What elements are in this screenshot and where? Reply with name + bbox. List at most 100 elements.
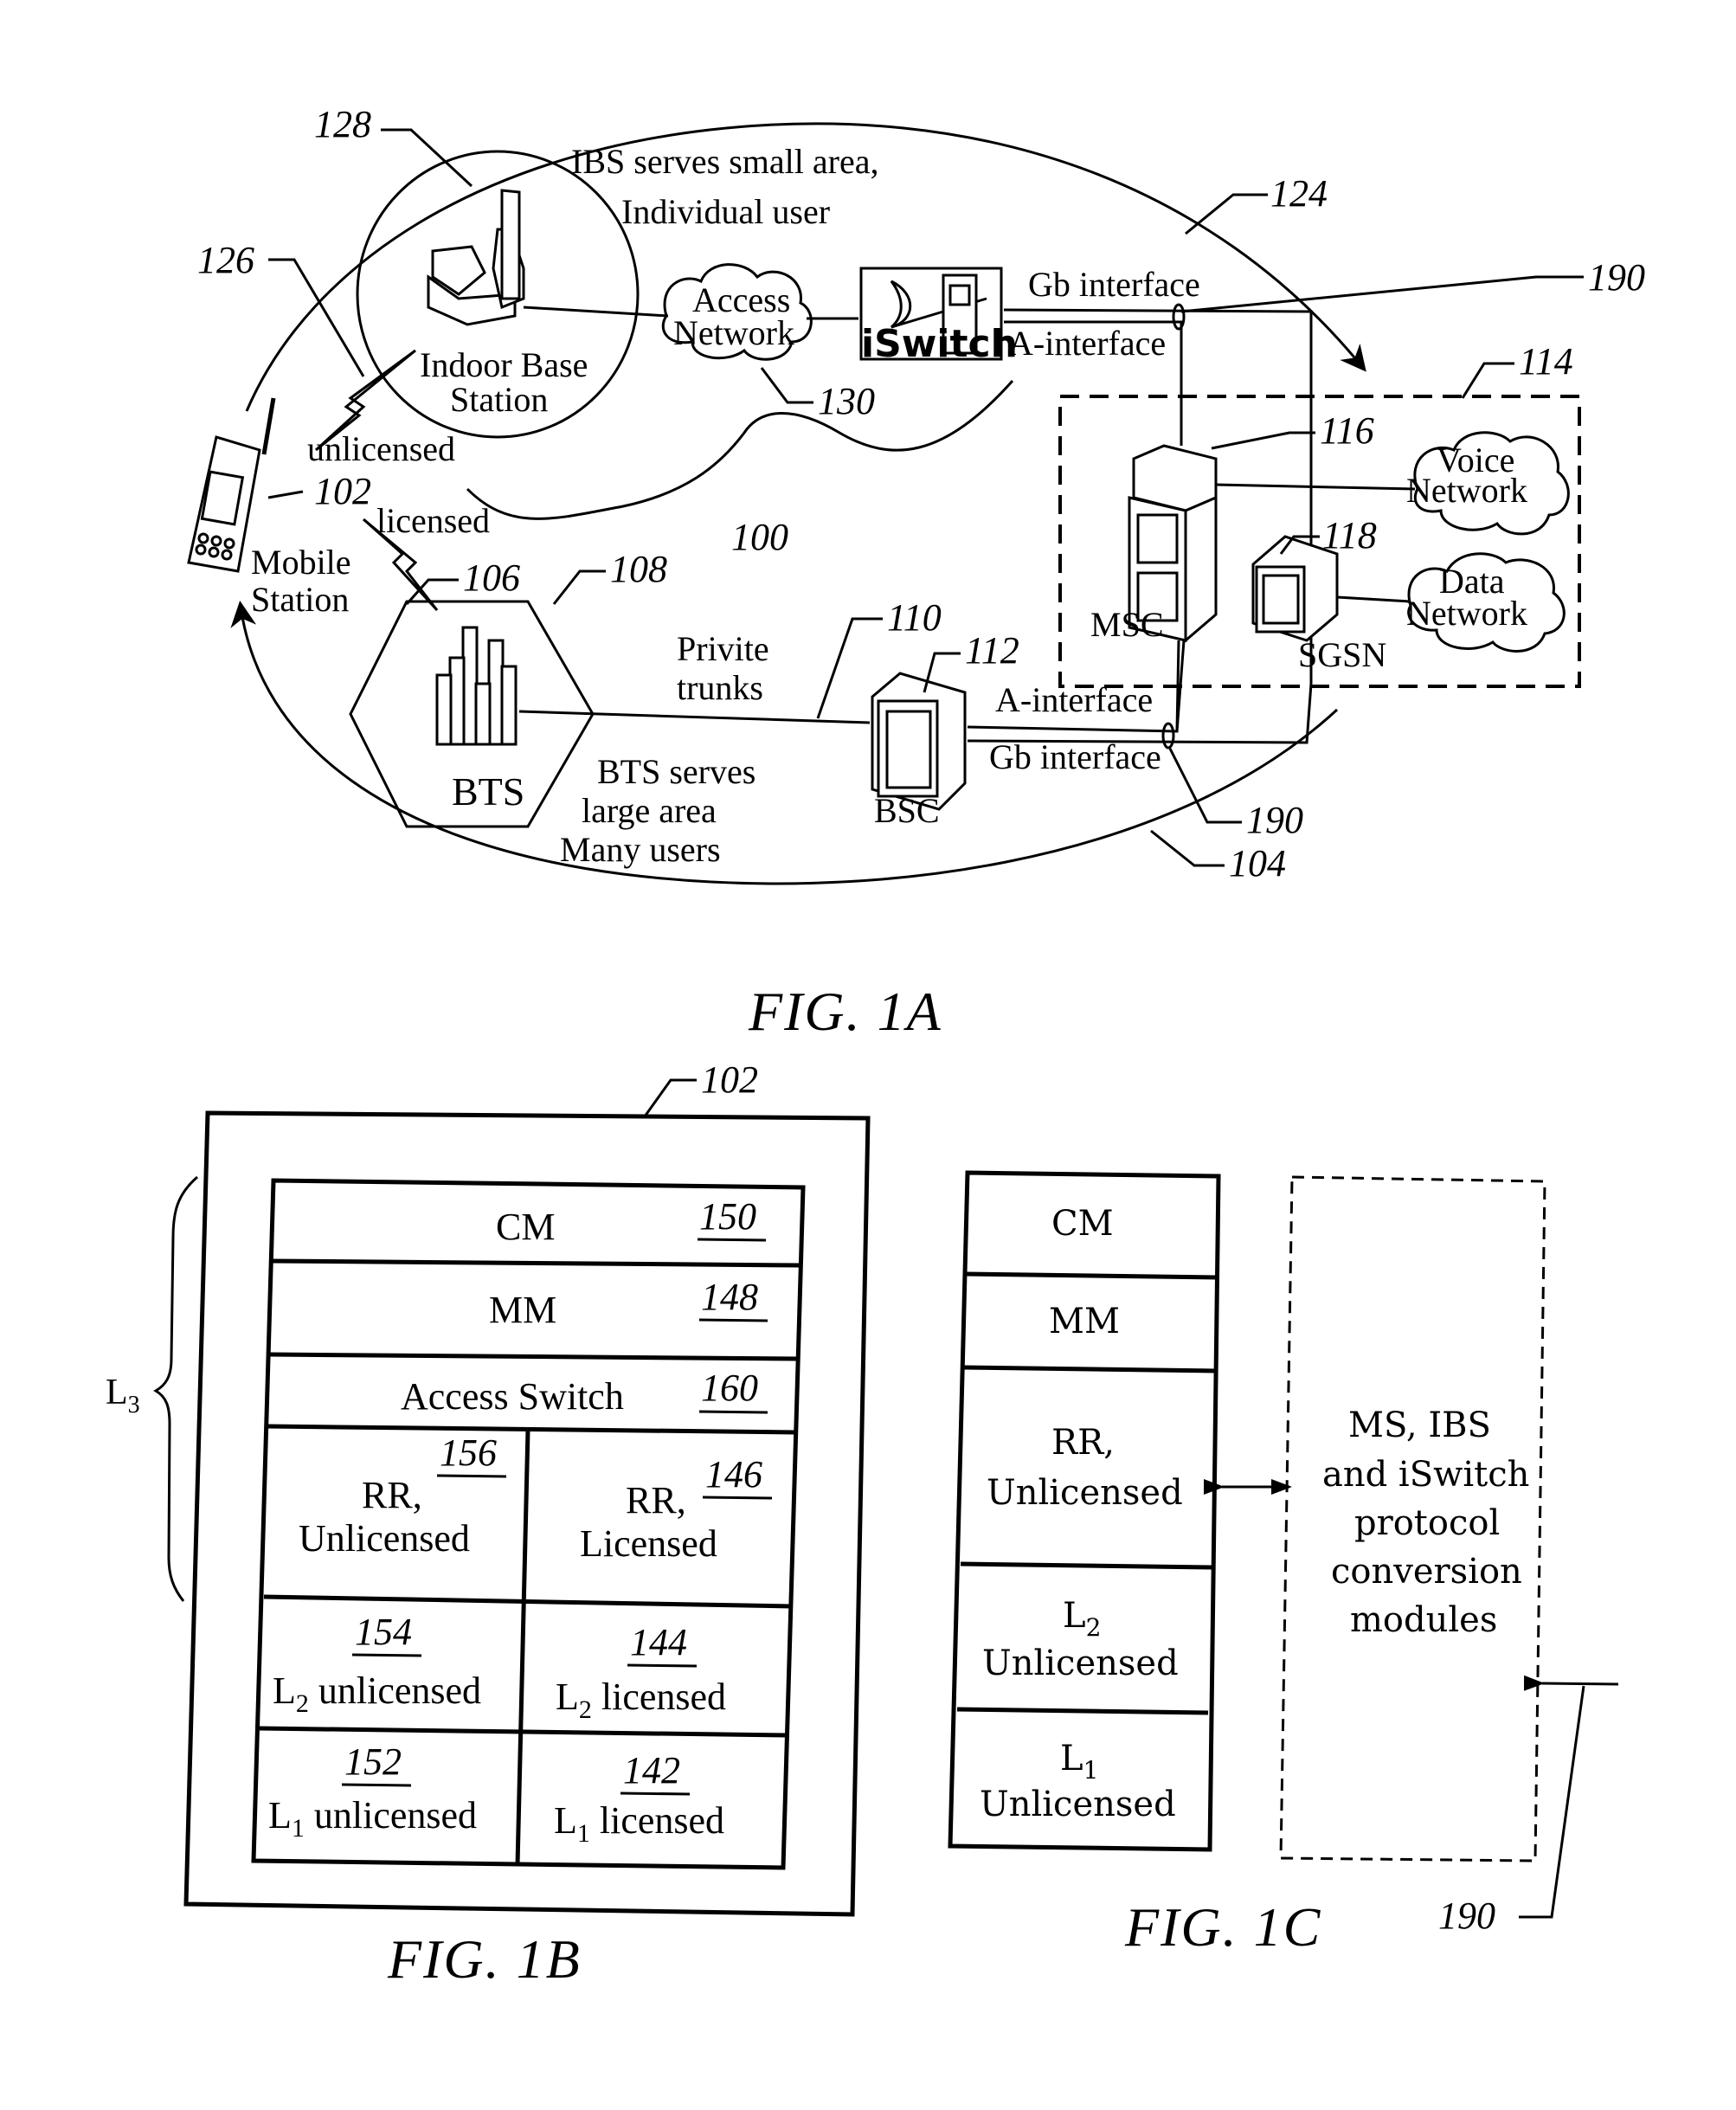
unlicensed-label: unlicensed: [307, 429, 455, 468]
bts-label: BTS: [452, 769, 524, 814]
fig-1a-caption: FIG. 1A: [748, 981, 942, 1042]
data-network-label-line2: Network: [1406, 594, 1527, 633]
ref-154: 154: [355, 1611, 412, 1653]
l1-unlicensed-label: L1 unlicensed: [268, 1794, 477, 1843]
stack-divider: [960, 1561, 1212, 1570]
ref-102: 102: [314, 470, 371, 512]
l3-brace: [153, 1175, 198, 1602]
leader-116: [1211, 431, 1315, 450]
stack-divider: [963, 1365, 1216, 1373]
module-line3: protocol: [1354, 1503, 1500, 1543]
bts-note-line2: large area: [582, 791, 717, 830]
ref-150: 150: [699, 1195, 756, 1238]
c-rr-line1: RR,: [1051, 1423, 1115, 1463]
ref-146: 146: [705, 1453, 762, 1496]
ibs-access-link: [523, 306, 669, 318]
ref-102-1b: 102: [701, 1058, 758, 1101]
leader-102-1b: [643, 1078, 697, 1117]
fig-1c-caption: FIG. 1C: [1124, 1896, 1321, 1958]
leader-124: [1185, 193, 1268, 235]
l2-unlicensed-cell: 154 L2 unlicensed: [273, 1611, 481, 1718]
rr-unlicensed-line1: RR,: [362, 1474, 422, 1516]
ref-156: 156: [440, 1431, 497, 1474]
fig-1a: IBS serves small area, Individual user I…: [187, 103, 1645, 1042]
bts-icon: [435, 626, 518, 746]
column-divider: [515, 1429, 530, 1866]
row-divider: [269, 1352, 799, 1361]
ref-160: 160: [701, 1367, 758, 1409]
module-line4: conversion: [1331, 1552, 1522, 1592]
module-line1: MS, IBS: [1348, 1406, 1491, 1445]
rr-licensed-cell: 146 RR, Licensed: [580, 1453, 773, 1565]
a-interface-bottom-label: A-interface: [995, 680, 1153, 719]
sgsn-label: SGSN: [1298, 635, 1386, 674]
ref-128: 128: [314, 103, 371, 145]
brace-100: [466, 380, 1014, 520]
stack-divider: [965, 1271, 1218, 1280]
l1-licensed-label: L1 licensed: [554, 1799, 724, 1848]
patent-figure-sheet: IBS serves small area, Individual user I…: [106, 103, 1645, 1990]
rr-licensed-line1: RR,: [626, 1479, 686, 1521]
bsc-icon: [871, 672, 967, 811]
ref-152: 152: [344, 1740, 402, 1783]
access-switch-label: Access Switch: [401, 1375, 624, 1418]
leader-108: [552, 569, 606, 605]
row-divider: [263, 1594, 793, 1609]
ibs-label-line2: Station: [450, 380, 548, 419]
ref-148: 148: [701, 1276, 758, 1318]
c-l2-line2: Unlicensed: [982, 1644, 1179, 1683]
row-divider: [267, 1424, 797, 1435]
gb-interface-top-label: Gb interface: [1028, 265, 1200, 304]
ref-110: 110: [887, 596, 942, 639]
msc-label: MSC: [1090, 605, 1164, 644]
ref-190-1c: 190: [1438, 1894, 1495, 1937]
c-l2-line1: L2: [1063, 1596, 1101, 1642]
rr-unlicensed-cell: 156 RR, Unlicensed: [299, 1431, 507, 1560]
mm-label: MM: [489, 1289, 556, 1331]
mm-layer-row: MM 148: [489, 1276, 768, 1331]
rr-unlicensed-line2: Unlicensed: [299, 1517, 470, 1560]
row-divider: [271, 1258, 801, 1268]
interface-bundle-bottom: [1161, 722, 1175, 749]
ref-106: 106: [463, 556, 520, 599]
ref-114: 114: [1519, 340, 1573, 383]
gb-interface-bottom-label: Gb interface: [989, 737, 1161, 776]
trunks-label-line2: trunks: [677, 668, 763, 707]
ref-116: 116: [1320, 409, 1374, 452]
interface-bundle-top: [1172, 303, 1186, 331]
ref-124: 124: [1270, 172, 1328, 215]
bts-note-line1: BTS serves: [597, 752, 755, 791]
leader-102: [267, 490, 304, 499]
leader-130: [760, 367, 813, 404]
module-external-arrow: [1523, 1675, 1619, 1691]
ref-190-top: 190: [1588, 256, 1645, 299]
licensed-label: licensed: [376, 501, 490, 540]
leader-190-1c: [1519, 1685, 1585, 1919]
module-line5: modules: [1350, 1600, 1497, 1640]
iswitch-label: iSwitch: [861, 322, 1018, 366]
ref-144: 144: [630, 1621, 687, 1663]
ref-104: 104: [1229, 842, 1286, 885]
fig-1b: 102 L3 CM 150 MM 148 Access Switch 160 1…: [106, 1058, 871, 1990]
row-divider: [259, 1726, 788, 1738]
leader-190a: [1180, 275, 1584, 313]
l2-licensed-label: L2 licensed: [556, 1676, 726, 1724]
a-interface-top-label: A-interface: [1008, 324, 1166, 363]
ref-112: 112: [965, 629, 1019, 672]
fig-1c: CM MM RR, Unlicensed L2 Unlicensed L1 Un…: [948, 1170, 1619, 1958]
stack-divider: [956, 1707, 1209, 1715]
ref-142: 142: [623, 1749, 680, 1792]
l3-label: L3: [106, 1373, 140, 1418]
ibs-note-line1: IBS serves small area,: [571, 142, 878, 181]
fig-1b-caption: FIG. 1B: [387, 1928, 582, 1990]
msc-voice-link: [1215, 483, 1416, 491]
c-l1-line1: L1: [1060, 1739, 1098, 1785]
l2-unlicensed-label: L2 unlicensed: [273, 1669, 481, 1718]
ref-108: 108: [610, 548, 667, 590]
mobile-station-label-line1: Mobile: [251, 543, 351, 582]
l1-unlicensed-cell: 152 L1 unlicensed: [268, 1740, 477, 1843]
c-mm-label: MM: [1049, 1302, 1120, 1341]
ref-126: 126: [197, 239, 254, 281]
ref-130: 130: [818, 380, 875, 422]
l2-licensed-cell: 144 L2 licensed: [556, 1621, 726, 1724]
